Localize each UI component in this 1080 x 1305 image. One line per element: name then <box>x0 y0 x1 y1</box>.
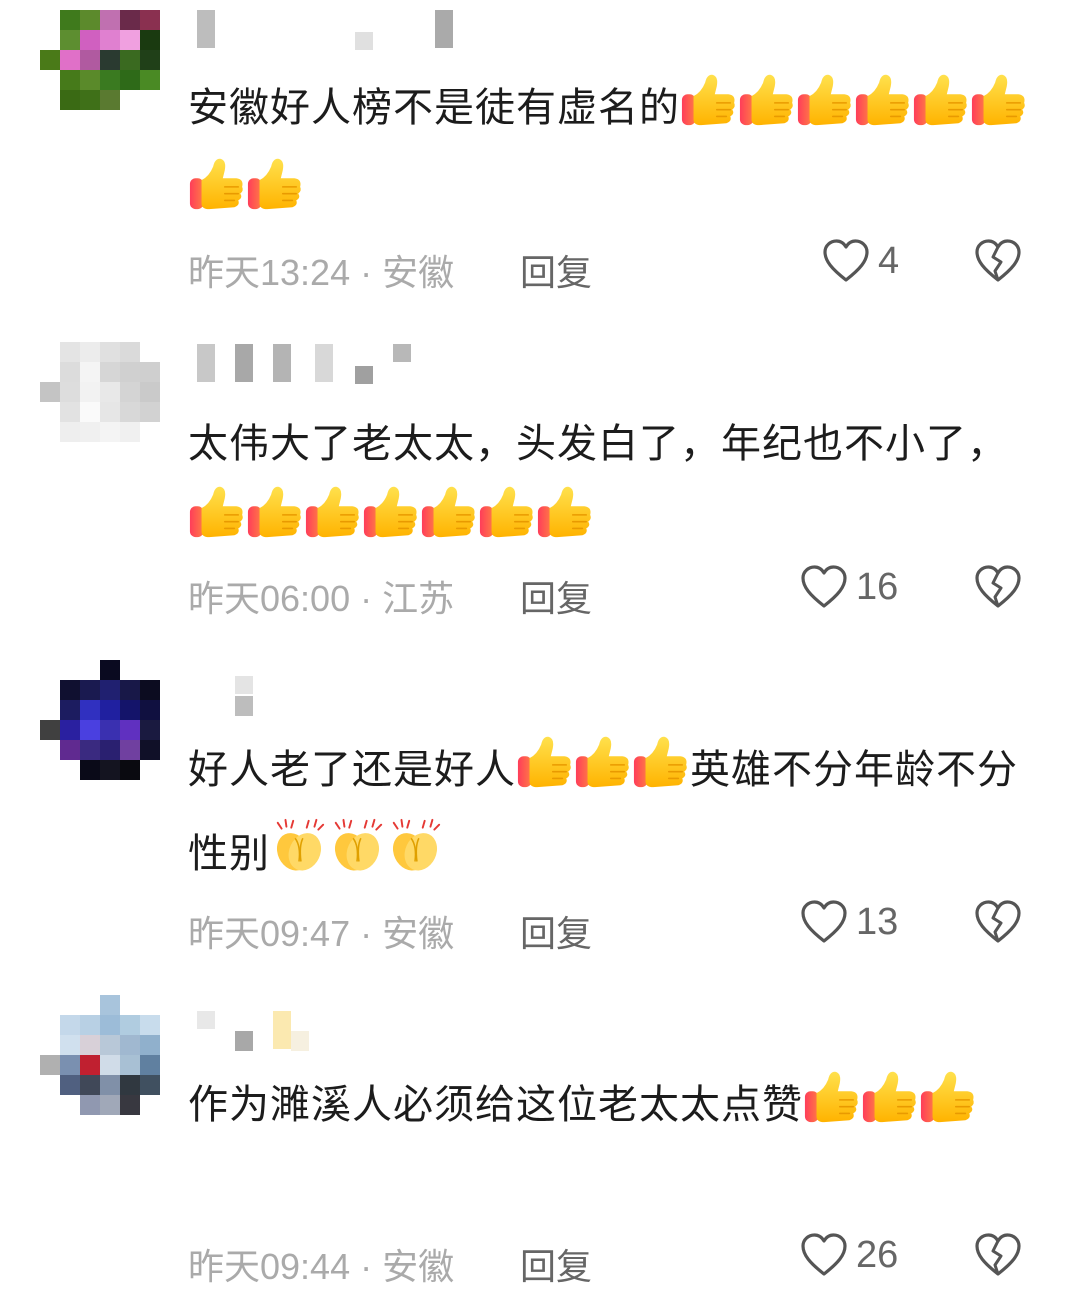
broken-heart-icon[interactable] <box>974 238 1022 284</box>
avatar[interactable] <box>40 995 160 1115</box>
comment-location: 安徽 <box>382 913 455 954</box>
heart-outline-icon <box>800 1232 848 1278</box>
comment-location: 安徽 <box>382 1246 455 1287</box>
clapping-hands-emoji <box>328 817 386 900</box>
reply-button[interactable]: 回复 <box>520 570 592 622</box>
comment-text: 好人老了还是好人 英雄不分年龄不分性别 <box>188 732 1028 900</box>
thumbs-up-emoji-group <box>516 747 690 793</box>
comment-meta: 昨天13:24 · 安徽 <box>188 244 454 296</box>
thumbs-up-emoji <box>970 71 1028 154</box>
username-blurred[interactable] <box>195 676 475 716</box>
thumbs-up-emoji <box>854 71 912 154</box>
like-count: 26 <box>856 1233 899 1276</box>
thumbs-up-emoji <box>919 1068 977 1151</box>
comment-item: 安徽好人榜不是徒有虚名的 昨天13:24 · 安徽 回复 4 <box>0 0 1080 300</box>
broken-heart-icon[interactable] <box>974 564 1022 610</box>
like-count: 16 <box>856 565 899 608</box>
comment-time: 昨天09:47 <box>188 913 351 954</box>
thumbs-up-emoji-group <box>803 1082 977 1128</box>
thumbs-up-emoji <box>304 483 362 566</box>
avatar[interactable] <box>40 660 160 780</box>
comment-text: 太伟大了老太太，头发白了，年纪也不小了， <box>188 406 1028 566</box>
thumbs-up-emoji <box>796 71 854 154</box>
thumbs-up-emoji <box>516 733 574 816</box>
like-count: 4 <box>878 239 900 282</box>
like-button[interactable]: 13 <box>800 899 898 945</box>
comment-text: 作为濉溪人必须给这位老太太点赞 <box>188 1067 1028 1151</box>
thumbs-up-emoji <box>861 1068 919 1151</box>
heart-outline-icon <box>800 564 848 610</box>
username-blurred[interactable] <box>195 1011 475 1051</box>
meta-separator: · <box>350 252 383 293</box>
like-button[interactable]: 4 <box>822 238 899 284</box>
comment-time: 昨天09:44 <box>188 1246 351 1287</box>
broken-heart-icon[interactable] <box>974 1232 1022 1278</box>
thumbs-up-emoji <box>188 155 246 238</box>
username-blurred[interactable] <box>195 344 475 384</box>
clapping-hands-emoji <box>270 817 328 900</box>
like-button[interactable]: 16 <box>800 564 898 610</box>
avatar[interactable] <box>40 342 160 442</box>
thumbs-up-emoji <box>632 733 690 816</box>
avatar[interactable] <box>40 10 160 110</box>
comment-item: 好人老了还是好人 英雄不分年龄不分性别 昨天09:47 · 安徽 回复 13 <box>0 660 1080 970</box>
comment-text: 安徽好人榜不是徒有虚名的 <box>188 70 1028 238</box>
thumbs-up-emoji <box>574 733 632 816</box>
clapping-hands-emoji-group <box>270 831 444 877</box>
comment-item: 太伟大了老太太，头发白了，年纪也不小了， 昨天06:00 · 江苏 回复 16 <box>0 330 1080 640</box>
thumbs-up-emoji <box>478 483 536 566</box>
clapping-hands-emoji <box>386 817 444 900</box>
meta-separator: · <box>350 1246 383 1287</box>
comment-meta: 昨天09:47 · 安徽 <box>188 905 454 957</box>
thumbs-up-emoji <box>420 483 478 566</box>
thumbs-up-emoji <box>738 71 796 154</box>
comment-item: 作为濉溪人必须给这位老太太点赞 昨天09:44 · 安徽 回复 26 <box>0 995 1080 1300</box>
reply-button[interactable]: 回复 <box>520 244 592 296</box>
thumbs-up-emoji <box>362 483 420 566</box>
comment-meta: 昨天06:00 · 江苏 <box>188 570 454 622</box>
heart-outline-icon <box>800 899 848 945</box>
meta-separator: · <box>350 913 383 954</box>
comment-time: 昨天06:00 <box>188 578 351 619</box>
comment-location: 江苏 <box>382 578 455 619</box>
reply-button[interactable]: 回复 <box>520 1238 592 1290</box>
heart-outline-icon <box>822 238 870 284</box>
thumbs-up-emoji <box>912 71 970 154</box>
like-count: 13 <box>856 900 899 943</box>
comment-meta: 昨天09:44 · 安徽 <box>188 1238 454 1290</box>
thumbs-up-emoji <box>680 71 738 154</box>
thumbs-up-emoji <box>536 483 594 566</box>
reply-button[interactable]: 回复 <box>520 905 592 957</box>
meta-separator: · <box>350 578 383 619</box>
thumbs-up-emoji <box>188 483 246 566</box>
thumbs-up-emoji <box>246 483 304 566</box>
comment-time: 昨天13:24 <box>188 252 351 293</box>
thumbs-up-emoji <box>803 1068 861 1151</box>
broken-heart-icon[interactable] <box>974 899 1022 945</box>
like-button[interactable]: 26 <box>800 1232 898 1278</box>
thumbs-up-emoji <box>246 155 304 238</box>
thumbs-up-emoji-group <box>188 497 594 543</box>
comment-location: 安徽 <box>382 252 455 293</box>
username-blurred[interactable] <box>195 10 475 50</box>
